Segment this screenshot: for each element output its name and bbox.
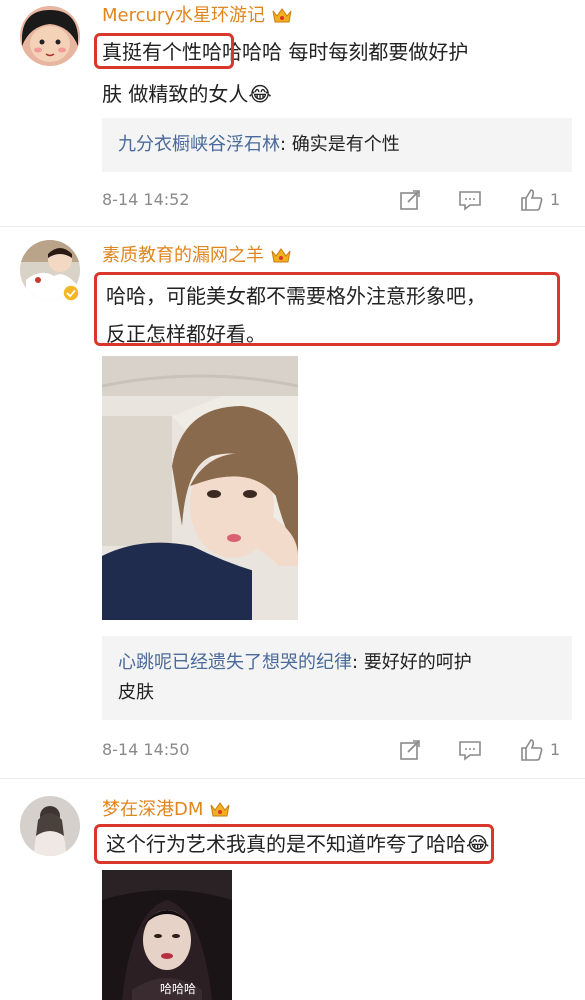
comment-photo[interactable]: 哈哈哈: [102, 870, 232, 1000]
divider: [0, 778, 585, 779]
reply-box[interactable]: 心跳呢已经遗失了想哭的纪律: 要好好的呵护 皮肤: [102, 636, 572, 720]
avatar[interactable]: [20, 6, 80, 66]
comment-icon[interactable]: [458, 738, 482, 762]
vip-crown-icon: [272, 8, 292, 23]
verified-badge-icon: [62, 284, 80, 302]
share-icon[interactable]: [398, 188, 422, 212]
avatar[interactable]: [20, 796, 80, 856]
comment-photo[interactable]: [102, 356, 298, 620]
reply-text: : 确实是有个性: [280, 134, 400, 155]
timestamp: 8-14 14:52: [102, 190, 190, 209]
comment-meta: 8-14 14:52 1: [102, 186, 572, 214]
comment-meta: 8-14 14:50 1: [102, 736, 572, 764]
comment-text-line: 肤 做精致的女人😂: [102, 82, 272, 106]
photo-image: [102, 356, 298, 620]
username-text[interactable]: Mercury水星环游记: [102, 5, 265, 26]
timestamp: 8-14 14:50: [102, 740, 190, 759]
reply-username[interactable]: 心跳呢已经遗失了想哭的纪律: [118, 652, 352, 673]
username[interactable]: 梦在深港DM: [102, 798, 231, 822]
vip-crown-icon: [210, 802, 230, 817]
reply-text-continued: 皮肤: [118, 682, 154, 703]
like-count: 1: [550, 740, 561, 759]
photo-caption: 哈哈哈: [160, 982, 197, 996]
username[interactable]: Mercury水星环游记: [102, 4, 293, 28]
like-icon[interactable]: [520, 188, 544, 212]
avatar-image: [20, 6, 80, 66]
comment-icon[interactable]: [458, 188, 482, 212]
like-icon[interactable]: [520, 738, 544, 762]
share-icon[interactable]: [398, 738, 422, 762]
highlight-box: [94, 824, 494, 864]
vip-crown-icon: [271, 248, 291, 263]
like-count: 1: [550, 190, 561, 209]
highlight-box: [94, 33, 234, 69]
highlight-box: [94, 272, 560, 346]
username-text[interactable]: 素质教育的漏网之羊: [102, 245, 264, 266]
reply-username[interactable]: 九分衣橱峡谷浮石林: [118, 134, 280, 155]
username[interactable]: 素质教育的漏网之羊: [102, 244, 292, 268]
divider: [0, 226, 585, 227]
username-text[interactable]: 梦在深港DM: [102, 799, 203, 820]
reply-text: : 要好好的呵护: [352, 652, 472, 673]
avatar-image: [20, 796, 80, 856]
reply-box[interactable]: 九分衣橱峡谷浮石林: 确实是有个性: [102, 118, 572, 172]
